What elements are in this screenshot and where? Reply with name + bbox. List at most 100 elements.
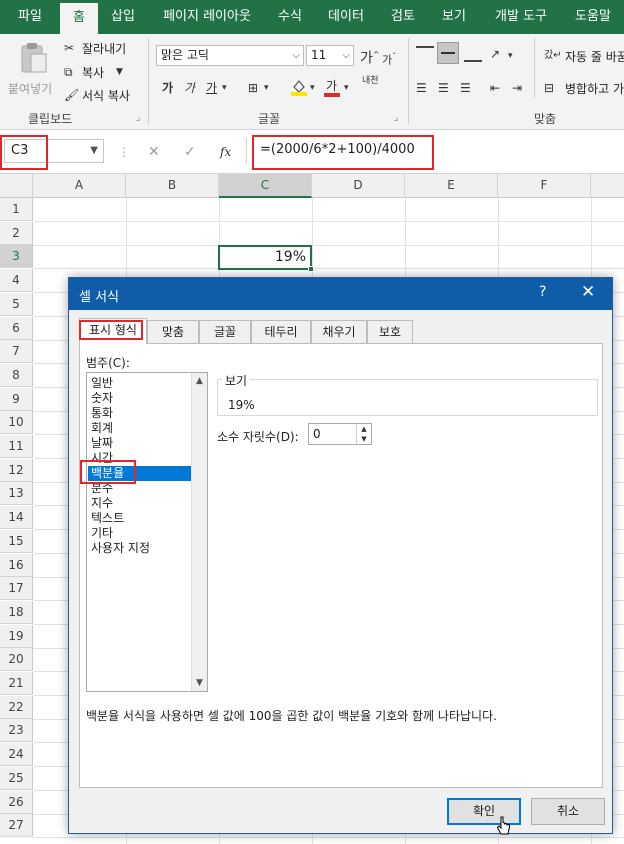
row-header[interactable]: 11	[0, 435, 33, 458]
column-header-d[interactable]: D	[312, 174, 405, 198]
tab-page-layout[interactable]: 페이지 레이아웃	[148, 0, 266, 34]
tab-view[interactable]: 보기	[428, 0, 480, 34]
row-header[interactable]: 7	[0, 340, 33, 363]
row-header[interactable]: 16	[0, 554, 33, 577]
row-header[interactable]: 23	[0, 719, 33, 742]
dialog-launcher-icon[interactable]: ⌟	[394, 110, 398, 126]
column-header-a[interactable]: A	[33, 174, 126, 198]
category-custom[interactable]: 사용자 지정	[88, 541, 191, 556]
row-header[interactable]: 19	[0, 625, 33, 648]
align-top-icon[interactable]	[416, 46, 434, 62]
fill-handle[interactable]	[308, 266, 314, 272]
row-header[interactable]: 8	[0, 364, 33, 387]
align-center-icon[interactable]: ☰	[438, 80, 449, 96]
tab-developer[interactable]: 개발 도구	[480, 0, 562, 34]
shrink-font-icon[interactable]: 가ˇ	[382, 49, 396, 69]
row-header[interactable]: 26	[0, 791, 33, 814]
category-number[interactable]: 숫자	[88, 391, 191, 406]
spin-down-icon[interactable]: ▼	[357, 434, 371, 444]
cancel-icon[interactable]: ✕	[148, 144, 160, 160]
fill-color-icon[interactable]	[290, 78, 308, 96]
cancel-button[interactable]: 취소	[531, 798, 605, 825]
category-special[interactable]: 기타	[88, 526, 191, 541]
copy-button[interactable]: 복사	[82, 64, 104, 81]
row-header[interactable]: 18	[0, 601, 33, 624]
font-name-combo[interactable]: 맑은 고딕 ⌵	[156, 45, 304, 66]
category-scientific[interactable]: 지수	[88, 496, 191, 511]
chevron-down-icon[interactable]: ▼	[116, 64, 123, 80]
chevron-down-icon[interactable]: ▾	[508, 48, 513, 64]
paste-button[interactable]: 붙여넣기	[6, 40, 58, 102]
tab-formulas[interactable]: 수식	[266, 0, 314, 34]
wrap-text-button[interactable]: 자동 줄 바꿈	[565, 48, 624, 65]
tab-protection[interactable]: 보호	[367, 320, 413, 343]
increase-indent-icon[interactable]: ⇥	[512, 80, 522, 96]
category-scrollbar[interactable]: ▲ ▼	[191, 373, 207, 691]
category-list[interactable]: 일반 숫자 통화 회계 날짜 시간 백분율 분수 지수 텍스트 기타 사용자 지…	[86, 372, 208, 692]
category-date[interactable]: 날짜	[88, 436, 191, 451]
tab-help[interactable]: 도움말	[562, 0, 624, 34]
border-icon[interactable]: ⊞	[248, 80, 258, 96]
column-header-c[interactable]: C	[219, 174, 312, 198]
dialog-title-bar[interactable]: 셀 서식 ? ✕	[69, 278, 612, 310]
row-header[interactable]: 20	[0, 648, 33, 671]
chevron-down-icon[interactable]: ▾	[344, 80, 349, 96]
font-size-combo[interactable]: 11 ⌵	[306, 45, 354, 66]
tab-font[interactable]: 글꼴	[199, 320, 251, 343]
row-header[interactable]: 17	[0, 577, 33, 600]
scroll-up-icon[interactable]: ▲	[192, 373, 207, 389]
row-header[interactable]: 10	[0, 411, 33, 434]
phonetic-button[interactable]: 내천	[362, 76, 379, 86]
chevron-down-icon[interactable]: ▾	[222, 80, 227, 96]
row-header[interactable]: 2	[0, 222, 33, 245]
underline-button[interactable]: 가	[206, 80, 217, 96]
align-middle-icon[interactable]	[437, 42, 459, 64]
format-painter-button[interactable]: 서식 복사	[82, 87, 130, 104]
align-bottom-icon[interactable]	[464, 46, 482, 62]
insert-function-icon[interactable]: fx	[220, 144, 231, 160]
align-left-icon[interactable]: ☰	[416, 80, 427, 96]
tab-border[interactable]: 테두리	[251, 320, 311, 343]
chevron-down-icon[interactable]: ▾	[264, 80, 269, 96]
tab-review[interactable]: 검토	[378, 0, 428, 34]
tab-home[interactable]: 홈	[60, 3, 98, 34]
row-header[interactable]: 25	[0, 767, 33, 790]
column-header-f[interactable]: F	[498, 174, 591, 198]
tab-alignment[interactable]: 맞춤	[147, 320, 199, 343]
merge-center-button[interactable]: 병합하고 가	[565, 80, 624, 97]
orientation-icon[interactable]: ↗	[490, 46, 500, 62]
align-right-icon[interactable]: ☰	[460, 80, 471, 96]
help-button[interactable]: ?	[539, 284, 546, 300]
enter-icon[interactable]: ✓	[184, 144, 196, 160]
tab-insert[interactable]: 삽입	[98, 0, 148, 34]
tab-file[interactable]: 파일	[0, 0, 60, 34]
italic-button[interactable]: 가	[184, 80, 195, 96]
row-header[interactable]: 14	[0, 506, 33, 529]
row-header[interactable]: 4	[0, 269, 33, 292]
column-header-e[interactable]: E	[405, 174, 498, 198]
category-general[interactable]: 일반	[88, 376, 191, 391]
row-header[interactable]: 15	[0, 530, 33, 553]
category-text[interactable]: 텍스트	[88, 511, 191, 526]
row-header[interactable]: 9	[0, 388, 33, 411]
decrease-indent-icon[interactable]: ⇤	[490, 80, 500, 96]
grow-font-icon[interactable]: 가^	[360, 47, 380, 67]
row-header[interactable]: 6	[0, 317, 33, 340]
row-header[interactable]: 22	[0, 696, 33, 719]
row-header[interactable]: 13	[0, 482, 33, 505]
row-header[interactable]: 1	[0, 198, 33, 221]
chevron-down-icon[interactable]: ▾	[310, 80, 315, 96]
close-button[interactable]: ✕	[581, 282, 595, 302]
spinner-buttons[interactable]: ▲ ▼	[356, 424, 371, 444]
font-color-button[interactable]: 가	[324, 76, 342, 98]
row-header[interactable]: 24	[0, 743, 33, 766]
row-header[interactable]: 3	[0, 245, 33, 268]
scroll-down-icon[interactable]: ▼	[192, 675, 207, 691]
category-currency[interactable]: 통화	[88, 406, 191, 421]
cut-button[interactable]: 잘라내기	[82, 40, 126, 57]
select-all-corner[interactable]	[0, 174, 33, 198]
column-header-b[interactable]: B	[126, 174, 219, 198]
row-header[interactable]: 27	[0, 814, 33, 837]
row-header[interactable]: 21	[0, 672, 33, 695]
dialog-launcher-icon[interactable]: ⌟	[136, 110, 140, 126]
